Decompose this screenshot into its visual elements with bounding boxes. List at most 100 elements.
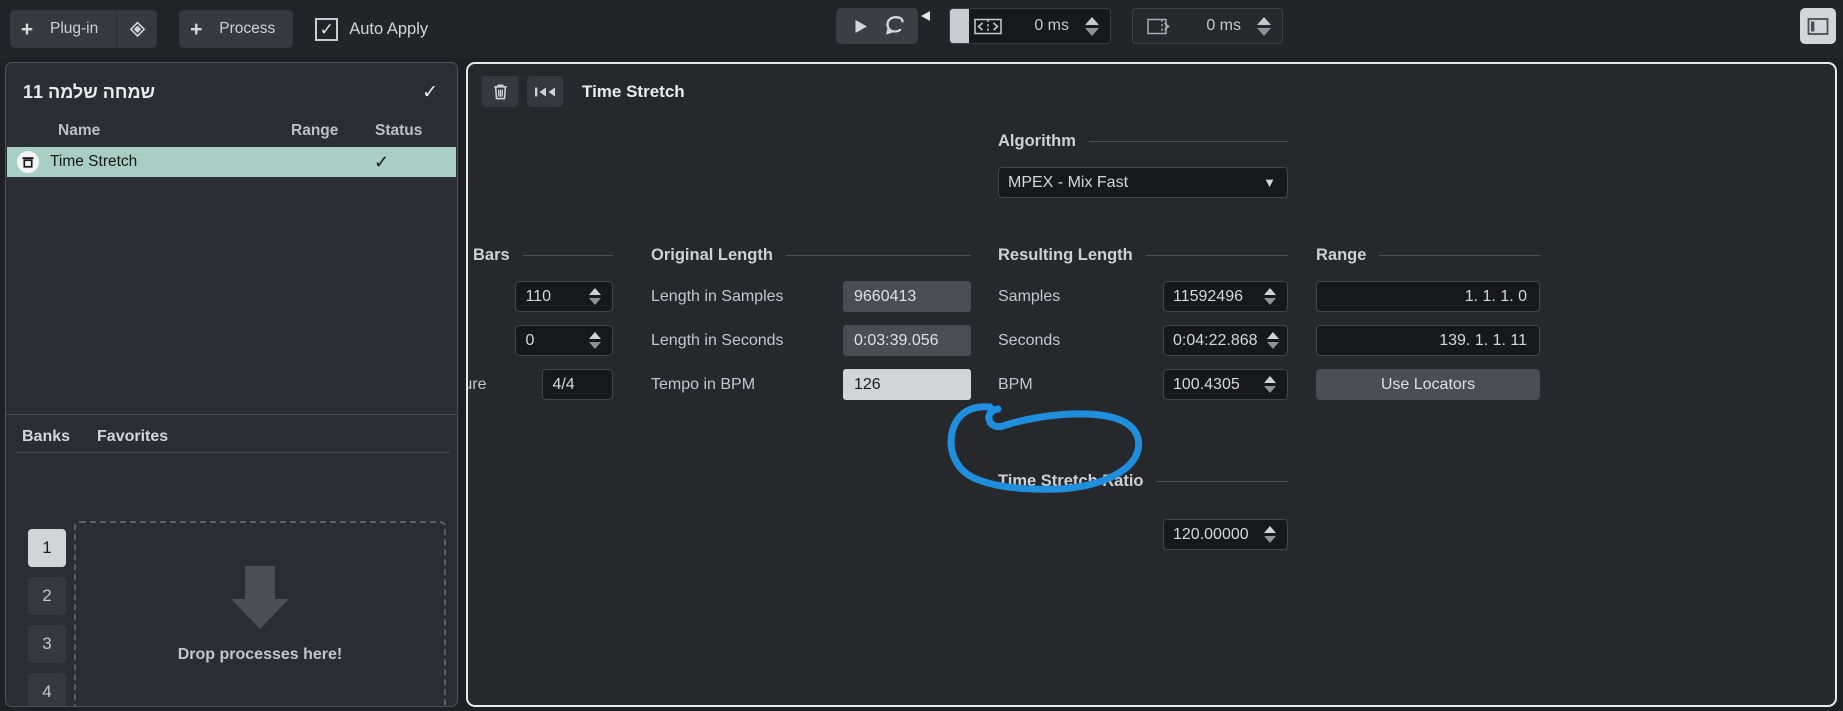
resulting-length-heading: Resulting Length bbox=[998, 246, 1288, 265]
chevron-down-icon[interactable]: ▼ bbox=[1263, 176, 1276, 189]
prefade-field[interactable]: 0 ms bbox=[949, 8, 1111, 44]
stepper-up-icon[interactable] bbox=[588, 288, 601, 295]
postfade-value[interactable]: 0 ms bbox=[1179, 17, 1253, 35]
result-seconds-row: Seconds 0:04:22.868 bbox=[998, 325, 1288, 356]
panel-tabs: Banks Favorites bbox=[6, 415, 457, 446]
diamond-icon[interactable] bbox=[117, 10, 157, 48]
skip-to-start-icon[interactable] bbox=[527, 76, 563, 107]
auto-apply-toggle[interactable]: ✓ Auto Apply bbox=[315, 17, 428, 41]
section-label: Define Bars bbox=[468, 246, 510, 264]
heading-rule bbox=[1379, 255, 1540, 256]
algorithm-heading: Algorithm bbox=[998, 132, 1288, 151]
stepper-down-icon[interactable] bbox=[1263, 298, 1276, 305]
range-end-input[interactable]: 139. 1. 1. 11 bbox=[1316, 325, 1540, 356]
trash-icon[interactable] bbox=[482, 76, 518, 107]
column-header-name: Name bbox=[58, 122, 101, 139]
playback-buttons bbox=[836, 8, 918, 44]
plugin-group: + Plug-in bbox=[10, 10, 158, 48]
ratio-stepper[interactable] bbox=[1260, 526, 1279, 543]
add-process-button[interactable]: + bbox=[179, 10, 213, 48]
length-seconds-label: Length in Seconds bbox=[651, 331, 784, 349]
length-seconds-row: Length in Seconds 0:03:39.056 bbox=[651, 325, 971, 356]
stepper-up-icon[interactable] bbox=[1263, 526, 1276, 533]
beats-row: Beats 0 bbox=[468, 325, 613, 356]
stepper-up-icon[interactable] bbox=[1266, 332, 1279, 339]
stepper-down-icon[interactable] bbox=[1263, 386, 1276, 393]
time-stretch-ratio-input[interactable]: 120.00000 bbox=[1163, 519, 1288, 550]
postfade-stepper[interactable] bbox=[1253, 9, 1275, 43]
stepper-down-icon[interactable] bbox=[588, 342, 601, 349]
list-column-headers: Name Range Status bbox=[6, 107, 457, 147]
table-row[interactable]: Time Stretch ✓ bbox=[7, 147, 456, 177]
define-bars-group-final: Define Bars Bars 110 Beats 0 bbox=[468, 246, 613, 400]
process-label[interactable]: Process bbox=[213, 20, 293, 38]
result-bpm-row: BPM 100.4305 bbox=[998, 369, 1288, 400]
use-locators-button[interactable]: Use Locators bbox=[1316, 369, 1540, 400]
stepper-up-icon[interactable] bbox=[1263, 288, 1276, 295]
result-bpm-label: BPM bbox=[998, 375, 1033, 393]
result-bpm-input[interactable]: 100.4305 bbox=[1163, 369, 1288, 400]
bank-button-2[interactable]: 2 bbox=[28, 577, 66, 615]
postfade-field[interactable]: 0 ms bbox=[1132, 8, 1283, 44]
play-icon[interactable] bbox=[843, 8, 877, 44]
stepper-up-icon[interactable] bbox=[1085, 16, 1099, 25]
add-plugin-button[interactable]: + bbox=[10, 10, 44, 48]
result-seconds-stepper[interactable] bbox=[1266, 332, 1279, 349]
stepper-up-icon[interactable] bbox=[1257, 16, 1271, 25]
range-section: Range 1. 1. 1. 0 139. 1. 1. 11 Use Locat… bbox=[1316, 246, 1540, 400]
algorithm-value: MPEX - Mix Fast bbox=[1008, 173, 1129, 191]
row-name: Time Stretch bbox=[50, 153, 138, 170]
file-title: שמחה שלמה 11 bbox=[23, 81, 156, 102]
panel-title: Time Stretch bbox=[582, 81, 685, 101]
result-samples-stepper[interactable] bbox=[1260, 288, 1279, 305]
value-text: 0:03:39.056 bbox=[854, 331, 939, 349]
result-seconds-input[interactable]: 0:04:22.868 bbox=[1163, 325, 1288, 356]
result-samples-input[interactable]: 11592496 bbox=[1163, 281, 1288, 312]
column-header-range: Range bbox=[291, 122, 339, 139]
bank-button-1[interactable]: 1 bbox=[28, 529, 66, 567]
heading-rule bbox=[1088, 141, 1288, 142]
beats-input[interactable]: 0 bbox=[515, 325, 613, 356]
auto-apply-checkbox[interactable]: ✓ bbox=[315, 17, 339, 41]
prefade-stepper[interactable] bbox=[1081, 9, 1103, 43]
bank-button-3[interactable]: 3 bbox=[28, 625, 66, 663]
result-bpm-value: 100.4305 bbox=[1173, 375, 1240, 393]
beats-value: 0 bbox=[525, 331, 535, 349]
bank-button-4[interactable]: 4 bbox=[28, 673, 66, 706]
tab-favorites[interactable]: Favorites bbox=[97, 428, 168, 446]
bars-value: 110 bbox=[525, 287, 551, 305]
stepper-down-icon[interactable] bbox=[1085, 27, 1099, 36]
stepper-up-icon[interactable] bbox=[588, 332, 601, 339]
transport-controls: 0 ms 0 ms bbox=[836, 8, 1283, 44]
stepper-up-icon[interactable] bbox=[1263, 376, 1276, 383]
bars-stepper[interactable] bbox=[585, 288, 604, 305]
transport-menu-arrow-icon[interactable] bbox=[919, 10, 932, 29]
file-status-check-icon[interactable]: ✓ bbox=[422, 83, 438, 102]
stepper-down-icon[interactable] bbox=[1263, 536, 1276, 543]
panel-layout-icon[interactable] bbox=[1800, 8, 1836, 44]
range-start-input[interactable]: 1. 1. 1. 0 bbox=[1316, 281, 1540, 312]
signature-input[interactable]: 4/4 bbox=[542, 369, 613, 400]
result-bpm-stepper[interactable] bbox=[1260, 376, 1279, 393]
stepper-down-icon[interactable] bbox=[1266, 342, 1279, 349]
heading-rule bbox=[785, 255, 971, 256]
tempo-bpm-label: Tempo in BPM bbox=[651, 375, 756, 393]
resulting-length-section: Resulting Length Samples 11592496 Second… bbox=[998, 246, 1288, 400]
beats-stepper[interactable] bbox=[585, 332, 604, 349]
algorithm-dropdown[interactable]: MPEX - Mix Fast ▼ bbox=[998, 167, 1288, 198]
tab-banks[interactable]: Banks bbox=[22, 428, 70, 446]
heading-rule bbox=[1156, 481, 1288, 482]
prefade-value[interactable]: 0 ms bbox=[1007, 17, 1081, 35]
section-label: Resulting Length bbox=[998, 246, 1133, 264]
plugin-label[interactable]: Plug-in bbox=[44, 20, 116, 38]
tempo-bpm-input[interactable]: 126 bbox=[843, 369, 971, 400]
stepper-down-icon[interactable] bbox=[588, 298, 601, 305]
bars-input[interactable]: 110 bbox=[515, 281, 613, 312]
row-status-check-icon[interactable]: ✓ bbox=[374, 153, 437, 171]
prefade-handle[interactable] bbox=[950, 9, 969, 43]
heading-rule bbox=[1145, 255, 1288, 256]
stepper-down-icon[interactable] bbox=[1257, 27, 1271, 36]
loop-icon[interactable] bbox=[877, 8, 911, 44]
favorites-dropzone[interactable]: Drop processes here! bbox=[74, 521, 446, 706]
result-samples-value: 11592496 bbox=[1173, 287, 1243, 305]
